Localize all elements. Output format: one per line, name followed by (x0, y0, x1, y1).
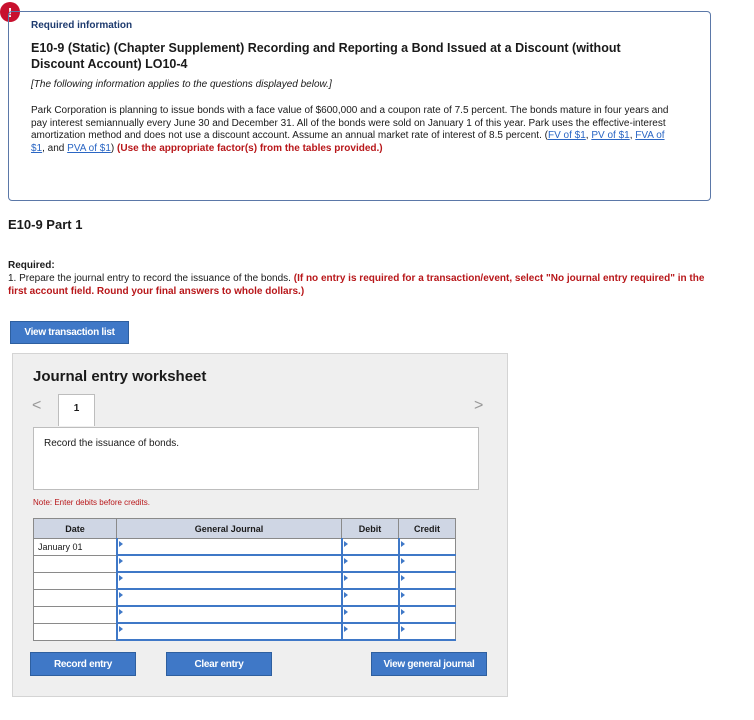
account-input[interactable] (115, 538, 342, 556)
header-general-journal: General Journal (116, 518, 342, 539)
table-row (33, 571, 456, 590)
debit-input[interactable] (340, 588, 399, 607)
credit-input[interactable] (397, 605, 456, 624)
required-text: 1. Prepare the journal entry to record t… (8, 272, 708, 298)
problem-paragraph: Park Corporation is planning to issue bo… (31, 105, 669, 154)
pv-table-link[interactable]: PV of $1 (591, 130, 629, 141)
table-row: January 01 (33, 538, 456, 556)
intro-note: [The following information applies to th… (31, 79, 332, 90)
chevron-right-icon[interactable]: > (474, 397, 483, 415)
table-row (33, 554, 456, 573)
required-information-label: Required information (31, 20, 133, 31)
date-cell[interactable]: January 01 (33, 538, 117, 556)
date-cell[interactable] (33, 571, 117, 590)
transaction-description: Record the issuance of bonds. (44, 438, 180, 449)
pva-table-link[interactable]: PVA of $1 (67, 143, 111, 154)
table-row (33, 605, 456, 624)
required-label: Required: (8, 260, 55, 271)
account-input[interactable] (115, 622, 342, 641)
table-instruction: (Use the appropriate factor(s) from the … (117, 142, 383, 154)
view-transaction-list-button[interactable]: View transaction list (10, 321, 129, 344)
debit-input[interactable] (340, 605, 399, 624)
requirement: 1. Prepare the journal entry to record t… (8, 273, 291, 284)
credit-input[interactable] (397, 571, 456, 590)
debit-input[interactable] (340, 571, 399, 590)
view-general-journal-button[interactable]: View general journal (371, 652, 487, 676)
transaction-tab-1[interactable]: 1 (58, 394, 95, 426)
header-date: Date (33, 518, 117, 539)
account-input[interactable] (115, 588, 342, 607)
date-cell[interactable] (33, 622, 117, 641)
credit-input[interactable] (397, 622, 456, 641)
credit-input[interactable] (397, 588, 456, 607)
debit-credit-note: Note: Enter debits before credits. (33, 498, 150, 507)
account-input[interactable] (115, 554, 342, 573)
fv-table-link[interactable]: FV of $1 (548, 130, 586, 141)
chevron-left-icon[interactable]: < (32, 397, 41, 415)
header-debit: Debit (341, 518, 399, 539)
debit-input[interactable] (340, 622, 399, 641)
debit-input[interactable] (340, 538, 399, 556)
credit-input[interactable] (397, 554, 456, 573)
clear-entry-button[interactable]: Clear entry (166, 652, 272, 676)
problem-title: E10-9 (Static) (Chapter Supplement) Reco… (31, 41, 621, 71)
part-title: E10-9 Part 1 (8, 217, 83, 232)
date-cell[interactable] (33, 605, 117, 624)
journal-table: Date General Journal Debit Credit Januar… (33, 518, 456, 641)
account-input[interactable] (115, 571, 342, 590)
debit-input[interactable] (340, 554, 399, 573)
account-input[interactable] (115, 605, 342, 624)
record-entry-button[interactable]: Record entry (30, 652, 136, 676)
worksheet-title: Journal entry worksheet (33, 368, 207, 385)
date-cell[interactable] (33, 588, 117, 607)
credit-input[interactable] (397, 538, 456, 556)
link-separator: , and (42, 142, 68, 154)
table-row (33, 622, 456, 641)
table-row (33, 588, 456, 607)
header-credit: Credit (398, 518, 456, 539)
date-cell[interactable] (33, 554, 117, 573)
journal-entry-worksheet: Journal entry worksheet < 1 > Record the… (12, 353, 508, 697)
transaction-description-box: Record the issuance of bonds. (33, 427, 479, 490)
